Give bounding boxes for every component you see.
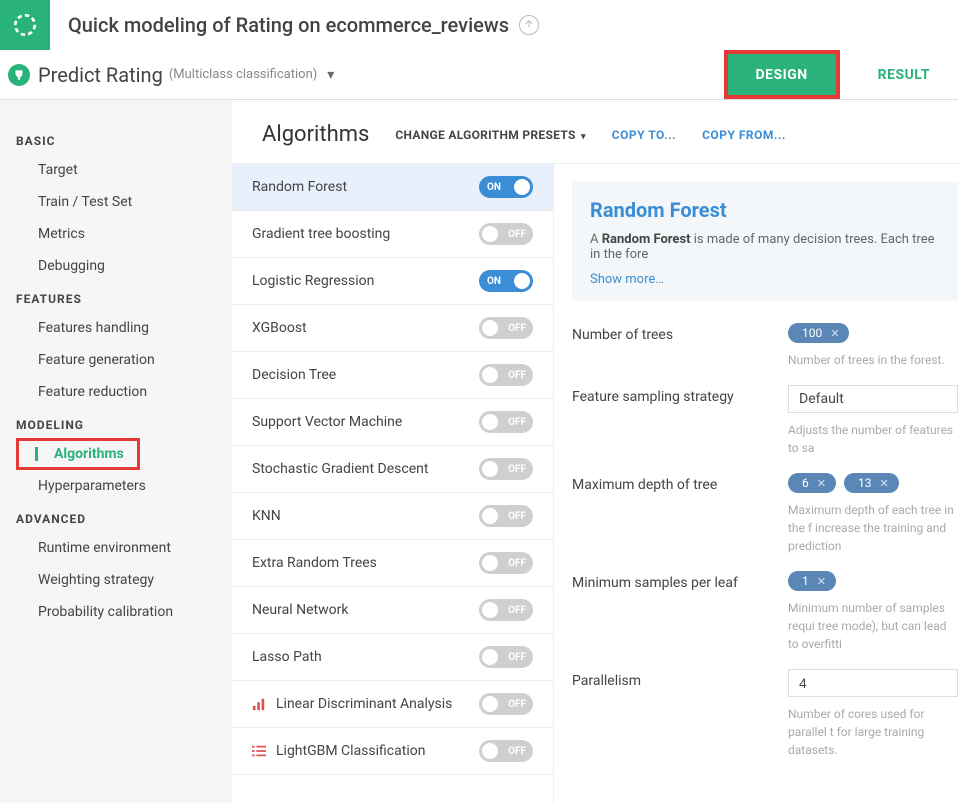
algorithm-name: Neural Network (252, 602, 348, 618)
algorithm-name: Logistic Regression (252, 273, 374, 289)
sidebar: BASIC Target Train / Test Set Metrics De… (0, 100, 232, 803)
content-title: Algorithms (262, 122, 369, 147)
topbar: Quick modeling of Rating on ecommerce_re… (0, 0, 958, 50)
change-presets-button[interactable]: CHANGE ALGORITHM PRESETS ▾ (395, 128, 585, 142)
algorithm-row[interactable]: Gradient tree boosting OFF (232, 211, 553, 258)
algorithm-toggle[interactable]: OFF (479, 552, 533, 574)
algorithm-row[interactable]: Neural Network OFF (232, 587, 553, 634)
algorithm-toggle[interactable]: OFF (479, 740, 533, 762)
param-max-depth: Maximum depth of tree 6✕ 13✕ Maximum dep… (572, 469, 958, 567)
algorithm-row[interactable]: Decision Tree OFF (232, 352, 553, 399)
sidebar-item-metrics[interactable]: Metrics (0, 218, 232, 250)
chevron-down-icon: ▾ (581, 132, 586, 142)
algorithm-name: Linear Discriminant Analysis (276, 696, 452, 712)
logo-icon (12, 12, 38, 38)
sidebar-head-modeling: MODELING (0, 408, 232, 438)
param-parallelism: Parallelism Number of cores used for par… (572, 665, 958, 771)
algorithm-panel: Random Forest A Random Forest is made of… (554, 164, 958, 803)
algorithm-toggle[interactable]: ON (479, 270, 533, 292)
algorithm-row[interactable]: XGBoost OFF (232, 305, 553, 352)
algorithm-name: Random Forest (252, 179, 347, 195)
panel-title: Random Forest (590, 198, 940, 222)
share-icon[interactable] (519, 15, 539, 35)
sidebar-item-target[interactable]: Target (0, 154, 232, 186)
sidebar-item-features-handling[interactable]: Features handling (0, 312, 232, 344)
panel-banner: Random Forest A Random Forest is made of… (572, 182, 958, 301)
algorithm-name: Decision Tree (252, 367, 336, 383)
bars-icon (252, 697, 266, 711)
remove-icon[interactable]: ✕ (817, 477, 826, 490)
sidebar-head-advanced: ADVANCED (0, 502, 232, 532)
panel-description: A Random Forest is made of many decision… (590, 232, 940, 262)
sidebar-item-feature-generation[interactable]: Feature generation (0, 344, 232, 376)
algorithm-toggle[interactable]: OFF (479, 364, 533, 386)
sidebar-item-prob-calibration[interactable]: Probability calibration (0, 596, 232, 628)
copy-from-button[interactable]: COPY FROM... (702, 128, 786, 142)
sidebar-item-debugging[interactable]: Debugging (0, 250, 232, 282)
remove-icon[interactable]: ✕ (879, 477, 888, 490)
algorithm-name: Gradient tree boosting (252, 226, 390, 242)
sidebar-item-train-test[interactable]: Train / Test Set (0, 186, 232, 218)
algorithm-row[interactable]: Linear Discriminant Analysis OFF (232, 681, 553, 728)
pill-min-samples[interactable]: 1✕ (788, 571, 836, 591)
remove-icon[interactable]: ✕ (817, 575, 826, 588)
predict-icon (8, 64, 30, 86)
tab-design[interactable]: DESIGN (724, 50, 840, 99)
predict-title: Predict Rating (38, 63, 163, 87)
algorithm-name: Lasso Path (252, 649, 322, 665)
algorithm-row[interactable]: Support Vector Machine OFF (232, 399, 553, 446)
algorithm-toggle[interactable]: OFF (479, 505, 533, 527)
algorithm-toggle[interactable]: OFF (479, 693, 533, 715)
sidebar-head-features: FEATURES (0, 282, 232, 312)
pill-max-depth-6[interactable]: 6✕ (788, 473, 836, 493)
pill-num-trees[interactable]: 100✕ (788, 323, 849, 343)
feature-sampling-select[interactable]: Default (788, 385, 958, 413)
algorithm-row[interactable]: Logistic Regression ON (232, 258, 553, 305)
app-logo[interactable] (0, 0, 50, 50)
algorithm-toggle[interactable]: OFF (479, 599, 533, 621)
copy-to-button[interactable]: COPY TO... (612, 128, 676, 142)
sidebar-item-runtime[interactable]: Runtime environment (0, 532, 232, 564)
pill-max-depth-13[interactable]: 13✕ (844, 473, 899, 493)
algorithm-toggle[interactable]: OFF (479, 317, 533, 339)
algorithm-name: Support Vector Machine (252, 414, 402, 430)
algorithm-name: XGBoost (252, 320, 307, 336)
tab-result[interactable]: RESULT (850, 50, 958, 99)
sidebar-item-feature-reduction[interactable]: Feature reduction (0, 376, 232, 408)
parallelism-input[interactable] (788, 669, 958, 697)
algorithm-list: Random Forest ON Gradient tree boosting OFF… (232, 164, 554, 803)
page-title: Quick modeling of Rating on ecommerce_re… (50, 13, 509, 37)
show-more-link[interactable]: Show more… (590, 272, 940, 287)
param-min-samples: Minimum samples per leaf 1✕ Minimum numb… (572, 567, 958, 665)
list-icon (252, 744, 266, 758)
sidebar-item-algorithms[interactable]: Algorithms (16, 438, 140, 470)
sidebar-item-hyperparameters[interactable]: Hyperparameters (0, 470, 232, 502)
param-number-of-trees: Number of trees 100✕ Number of trees in … (572, 319, 958, 381)
algorithm-row[interactable]: LightGBM Classification OFF (232, 728, 553, 775)
content: Algorithms CHANGE ALGORITHM PRESETS ▾ CO… (232, 100, 958, 803)
algorithm-toggle[interactable]: ON (479, 176, 533, 198)
main: BASIC Target Train / Test Set Metrics De… (0, 100, 958, 803)
algorithm-row[interactable]: KNN OFF (232, 493, 553, 540)
algorithm-name: LightGBM Classification (276, 743, 425, 759)
algorithm-toggle[interactable]: OFF (479, 646, 533, 668)
algorithm-row[interactable]: Stochastic Gradient Descent OFF (232, 446, 553, 493)
algorithm-row[interactable]: Extra Random Trees OFF (232, 540, 553, 587)
algorithm-name: KNN (252, 508, 281, 524)
algorithm-toggle[interactable]: OFF (479, 411, 533, 433)
content-header: Algorithms CHANGE ALGORITHM PRESETS ▾ CO… (232, 100, 958, 164)
algorithm-name: Stochastic Gradient Descent (252, 461, 428, 477)
param-feature-sampling: Feature sampling strategy Default Adjust… (572, 381, 958, 469)
algorithm-row[interactable]: Random Forest ON (232, 164, 553, 211)
chevron-down-icon[interactable]: ▾ (327, 67, 334, 83)
remove-icon[interactable]: ✕ (830, 327, 839, 340)
sidebar-head-basic: BASIC (0, 124, 232, 154)
algorithm-row[interactable]: Lasso Path OFF (232, 634, 553, 681)
algorithm-name: Extra Random Trees (252, 555, 377, 571)
algorithm-toggle[interactable]: OFF (479, 458, 533, 480)
subheader: Predict Rating (Multiclass classificatio… (0, 50, 958, 100)
classification-label: (Multiclass classification) (169, 67, 317, 82)
sidebar-item-weighting[interactable]: Weighting strategy (0, 564, 232, 596)
algorithm-toggle[interactable]: OFF (479, 223, 533, 245)
